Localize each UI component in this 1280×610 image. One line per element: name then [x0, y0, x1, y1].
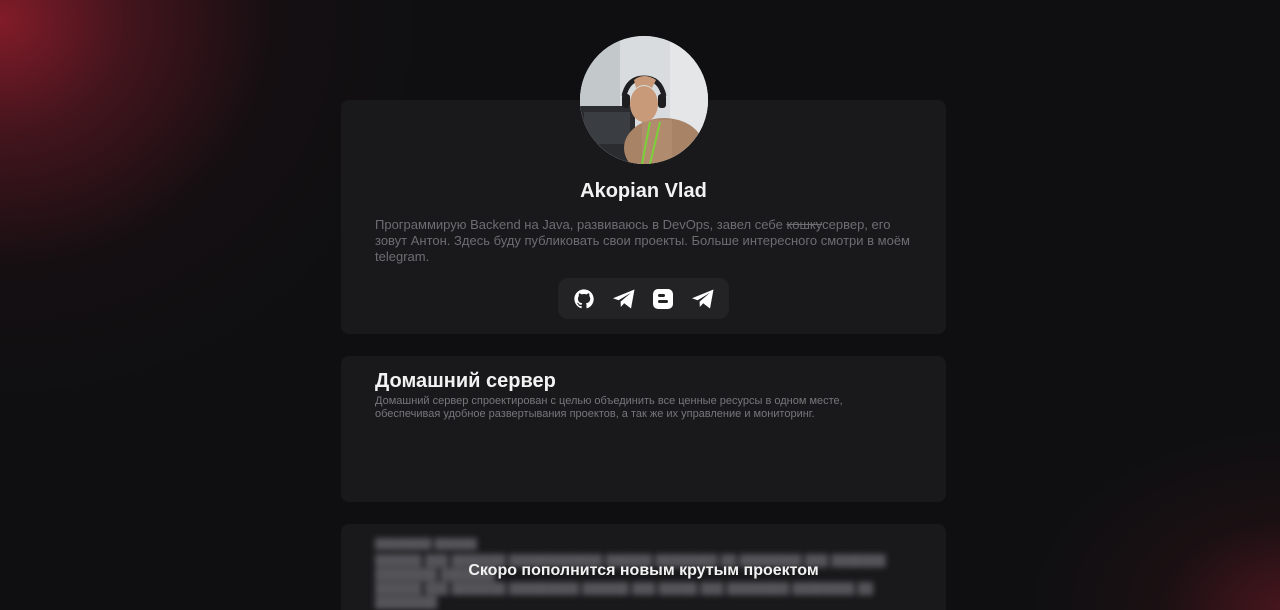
bio-strikethrough-text: кошку — [786, 217, 823, 232]
project-title: Домашний сервер — [375, 370, 556, 392]
github-icon — [574, 288, 594, 308]
github-link[interactable] — [569, 284, 599, 314]
blog-link[interactable] — [648, 284, 678, 314]
telegram-link[interactable] — [609, 284, 639, 314]
social-links-bar — [558, 278, 729, 319]
telegram-icon — [692, 289, 714, 308]
blogger-icon — [653, 288, 674, 309]
telegram-channel-link[interactable] — [688, 284, 718, 314]
telegram-icon — [612, 289, 635, 308]
avatar — [580, 36, 708, 164]
project-description: Домашний сервер спроектирован с целью об… — [375, 395, 843, 420]
page: Akopian Vlad Программирую Backend на Jav… — [0, 0, 1280, 610]
profile-name: Akopian Vlad — [580, 180, 707, 202]
profile-bio: Программирую Backend на Java, развиваюсь… — [375, 217, 915, 265]
bio-text-part1: Программирую Backend на Java, развиваюсь… — [375, 217, 787, 232]
upcoming-project-message: Скоро пополнится новым крутым проектом — [468, 562, 819, 579]
